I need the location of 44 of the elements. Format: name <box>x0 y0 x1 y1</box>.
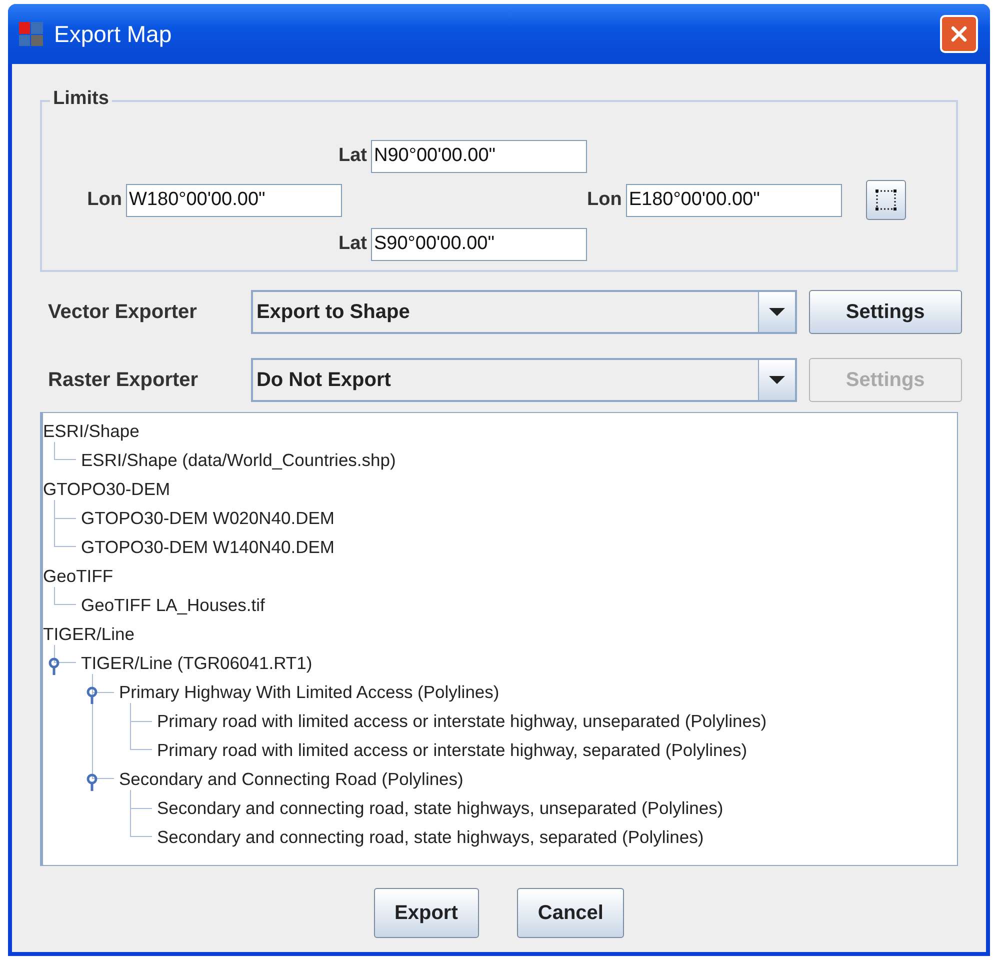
expand-handle[interactable] <box>48 657 60 675</box>
app-icon <box>18 21 44 47</box>
tree-item[interactable]: GTOPO30-DEM <box>43 479 170 500</box>
tree-item[interactable]: Secondary and connecting road, state highways, separated (Polylines) <box>157 827 704 848</box>
expand-handle[interactable] <box>86 686 98 704</box>
field-label: Lat <box>338 145 367 167</box>
close-icon <box>949 24 969 44</box>
input-field[interactable]: E180°00'00.00" <box>626 184 842 216</box>
selection-icon <box>874 188 898 212</box>
dropdown[interactable]: Do Not Export <box>251 358 797 402</box>
field-label: Raster Exporter <box>47 368 200 392</box>
field-label: Lat <box>338 233 367 255</box>
tree-item[interactable]: GeoTIFF <box>43 566 114 587</box>
tree-item[interactable]: Secondary and connecting road, state highways, unseparated (Polylines) <box>157 798 724 819</box>
tree-item[interactable]: GTOPO30-DEM W140N40.DEM <box>81 537 334 558</box>
caret-icon <box>768 375 786 385</box>
tree-item[interactable]: TIGER/Line <box>43 624 134 645</box>
tree-item[interactable]: ESRI/Shape (data/World_Countries.shp) <box>81 450 396 471</box>
field-label: Lon <box>87 189 122 211</box>
expand-handle[interactable] <box>86 773 98 791</box>
select-area-button[interactable] <box>866 180 906 220</box>
tree-item[interactable]: Secondary and Connecting Road (Polylines) <box>119 769 464 790</box>
export-button[interactable]: Export <box>374 888 479 938</box>
tree-item[interactable]: TIGER/Line (TGR06041.RT1) <box>81 653 312 674</box>
tree-line <box>54 587 76 605</box>
caret-icon <box>768 307 786 317</box>
tree-item[interactable]: ESRI/Shape <box>43 421 140 442</box>
dropdown[interactable]: Export to Shape <box>251 290 797 334</box>
window-title: Export Map <box>54 20 173 48</box>
field-label: Lon <box>587 189 622 211</box>
tree-item[interactable]: GTOPO30-DEM W020N40.DEM <box>81 508 334 529</box>
tree-item[interactable]: GeoTIFF LA_Houses.tif <box>81 595 265 616</box>
tree-item[interactable]: Primary road with limited access or interstate highway, separated (Polylines) <box>157 740 748 761</box>
close-button[interactable] <box>940 15 978 53</box>
input-field[interactable]: S90°00'00.00" <box>371 228 587 260</box>
settings-button[interactable]: Settings <box>808 290 962 334</box>
input-field[interactable]: N90°00'00.00" <box>371 140 587 172</box>
cancel-button[interactable]: Cancel <box>516 888 624 938</box>
tree-line <box>54 645 76 663</box>
tree-item[interactable]: Primary Highway With Limited Access (Polylines) <box>119 682 500 703</box>
field-label: Vector Exporter <box>47 300 198 324</box>
input-field[interactable]: W180°00'00.00" <box>126 184 342 216</box>
tree-line <box>54 442 76 460</box>
tree-item[interactable]: Primary road with limited access or interstate highway, unseparated (Polylines) <box>157 711 767 732</box>
